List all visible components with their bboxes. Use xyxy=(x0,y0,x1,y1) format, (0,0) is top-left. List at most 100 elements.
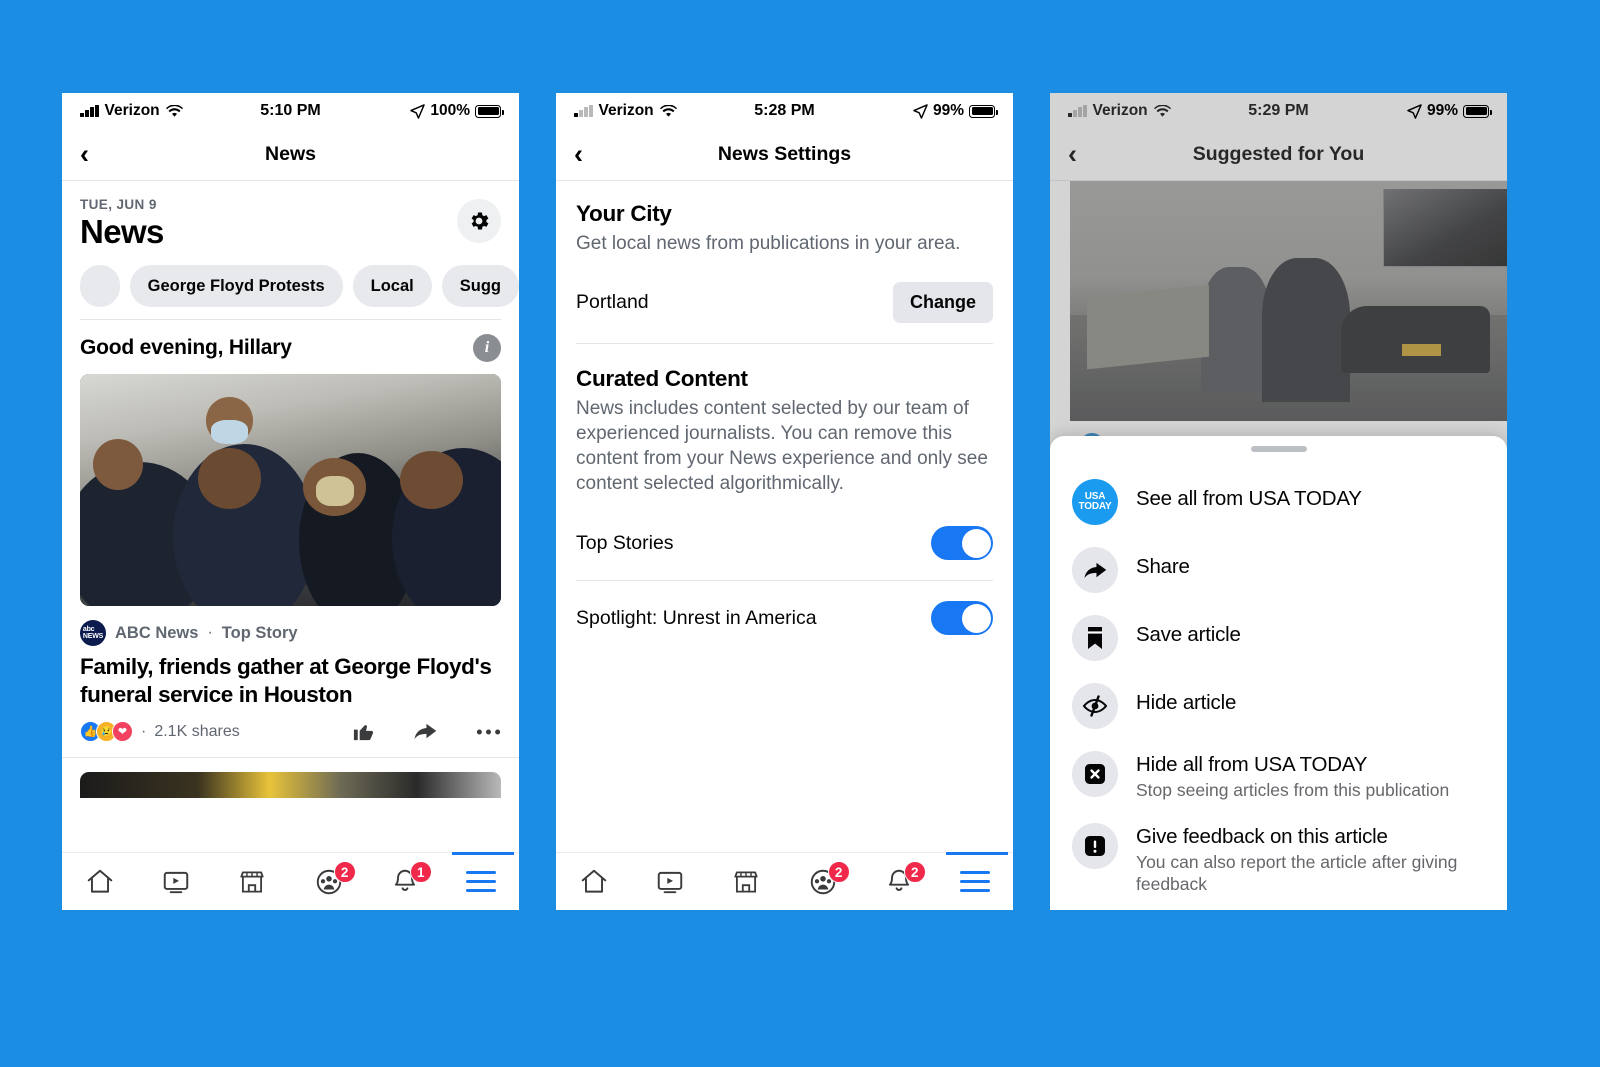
chip-suggested[interactable]: Sugg xyxy=(441,265,519,307)
carrier-label: Verizon xyxy=(598,102,654,119)
back-chevron-icon[interactable]: ‹ xyxy=(574,141,583,168)
toggle-label-top-stories: Top Stories xyxy=(576,531,674,554)
storefront-icon xyxy=(734,870,759,893)
carrier-label: Verizon xyxy=(104,102,160,119)
chip-local[interactable]: Local xyxy=(352,265,432,307)
battery-icon xyxy=(1463,104,1492,118)
bottom-tab-bar[interactable]: 2 1 xyxy=(62,852,519,910)
hamburger-icon xyxy=(959,871,990,892)
news-header: TUE, JUN 9 News xyxy=(62,181,519,251)
tab-notifications[interactable]: 2 xyxy=(861,853,937,910)
menu-item-see-all[interactable]: USA TODAY See all from USA TODAY xyxy=(1072,468,1485,536)
tab-watch[interactable] xyxy=(138,853,214,910)
gear-icon xyxy=(471,212,489,230)
home-icon xyxy=(581,869,607,893)
location-arrow-icon xyxy=(913,103,928,119)
city-value: Portland xyxy=(576,291,649,314)
news-settings-button[interactable] xyxy=(457,199,501,243)
screenshot-stage: Verizon 5:10 PM 100% ‹ News TUE, JUN 9 N… xyxy=(0,0,1600,1067)
menu-item-save-article[interactable]: Save article xyxy=(1072,604,1485,672)
chip-placeholder[interactable] xyxy=(80,265,120,307)
greeting-text: Good evening, Hillary xyxy=(80,336,292,359)
signal-bars-icon xyxy=(80,105,99,117)
settings-content: Your City Get local news from publicatio… xyxy=(556,181,1013,655)
ellipsis-icon[interactable] xyxy=(476,728,501,736)
exclamation-square-icon-wrap xyxy=(1072,823,1118,870)
bookmark-icon-wrap xyxy=(1072,615,1118,661)
toggle-switch-top-stories[interactable] xyxy=(931,526,993,561)
x-square-icon-wrap xyxy=(1072,751,1118,797)
info-icon[interactable]: i xyxy=(473,334,501,362)
home-icon xyxy=(87,869,113,893)
chip-george-floyd-protests[interactable]: George Floyd Protests xyxy=(129,265,343,307)
tab-notifications[interactable]: 1 xyxy=(367,853,443,910)
tab-menu[interactable] xyxy=(937,852,1013,910)
change-city-button[interactable]: Change xyxy=(892,282,993,324)
battery-percent: 99% xyxy=(932,102,964,119)
article-byline: abc NEWS ABC News · Top Story xyxy=(62,606,519,646)
tab-groups[interactable]: 2 xyxy=(785,853,861,910)
back-chevron-icon[interactable]: ‹ xyxy=(80,141,89,168)
share-arrow-icon xyxy=(1083,562,1106,578)
article-photo[interactable] xyxy=(80,374,501,606)
battery-icon xyxy=(969,104,998,118)
menu-item-subtitle: Stop seeing articles from this publicati… xyxy=(1136,780,1450,800)
topic-chip-row[interactable]: George Floyd Protests Local Sugg xyxy=(62,251,519,319)
exclamation-square-icon xyxy=(1085,836,1105,857)
menu-item-title: See all from USA TODAY xyxy=(1136,487,1362,510)
menu-item-hide-all[interactable]: Hide all from USA TODAY Stop seeing arti… xyxy=(1072,740,1485,812)
x-square-icon xyxy=(1085,764,1105,784)
bottom-tab-bar[interactable]: 2 2 xyxy=(556,852,1013,910)
toggle-label-spotlight: Spotlight: Unrest in America xyxy=(576,606,817,629)
nav-header: ‹ News Settings xyxy=(556,129,1013,181)
tab-menu[interactable] xyxy=(443,852,519,910)
battery-icon xyxy=(475,104,504,118)
menu-item-hide-article[interactable]: Hide article xyxy=(1072,672,1485,740)
menu-item-title: Hide article xyxy=(1136,691,1237,714)
action-menu: USA TODAY See all from USA TODAY Share S… xyxy=(1050,452,1507,906)
phone-screen-news-settings: Verizon 5:28 PM 99% ‹ News Settings Your… xyxy=(556,93,1013,910)
badge-groups: 2 xyxy=(333,861,356,883)
toggle-switch-spotlight[interactable] xyxy=(931,601,993,636)
battery-percent: 99% xyxy=(1426,102,1458,119)
city-row: Portland Change xyxy=(576,282,993,343)
your-city-title: Your City xyxy=(576,201,672,226)
toggle-row-spotlight[interactable]: Spotlight: Unrest in America xyxy=(576,581,993,655)
menu-item-give-feedback[interactable]: Give feedback on this article You can al… xyxy=(1072,812,1485,906)
badge-groups: 2 xyxy=(827,861,850,883)
menu-item-title: Hide all from USA TODAY xyxy=(1136,753,1368,776)
tab-home[interactable] xyxy=(556,853,632,910)
article-action-icons[interactable] xyxy=(352,720,501,743)
location-arrow-icon xyxy=(410,103,426,119)
reaction-icons[interactable]: 👍 😢 ❤ xyxy=(80,721,133,743)
wifi-icon xyxy=(165,104,183,117)
status-bar: Verizon 5:10 PM 100% xyxy=(62,93,519,129)
storefront-icon xyxy=(240,870,265,893)
abc-news-logo: abc NEWS xyxy=(80,620,106,646)
status-bar: Verizon 5:28 PM 99% xyxy=(556,93,1013,129)
love-reaction-icon: ❤ xyxy=(112,721,133,743)
badge-notifications: 1 xyxy=(409,861,432,883)
status-right: 100% xyxy=(410,102,504,120)
phone-screen-news-feed: Verizon 5:10 PM 100% ‹ News TUE, JUN 9 N… xyxy=(62,93,519,910)
eye-slash-icon xyxy=(1082,695,1108,717)
tab-watch[interactable] xyxy=(632,853,708,910)
engagement-row: 👍 😢 ❤ · 2.1K shares xyxy=(62,708,519,743)
tab-groups[interactable]: 2 xyxy=(291,853,367,910)
signal-bars-icon xyxy=(574,105,593,117)
share-arrow-icon[interactable] xyxy=(413,720,438,743)
tab-home[interactable] xyxy=(62,853,138,910)
menu-item-title: Save article xyxy=(1136,623,1241,646)
toggle-row-top-stories[interactable]: Top Stories xyxy=(576,506,993,580)
menu-item-subtitle: You can also report the article after gi… xyxy=(1136,852,1458,895)
divider xyxy=(62,757,519,759)
tab-marketplace[interactable] xyxy=(708,853,784,910)
location-arrow-icon xyxy=(1407,103,1422,119)
battery-percent: 100% xyxy=(430,102,470,119)
next-article-preview[interactable] xyxy=(80,772,501,799)
menu-item-title: Share xyxy=(1136,555,1190,578)
menu-item-share[interactable]: Share xyxy=(1072,536,1485,604)
article-headline[interactable]: Family, friends gather at George Floyd's… xyxy=(62,646,519,708)
tab-marketplace[interactable] xyxy=(214,853,290,910)
thumbs-up-icon[interactable] xyxy=(352,720,375,743)
